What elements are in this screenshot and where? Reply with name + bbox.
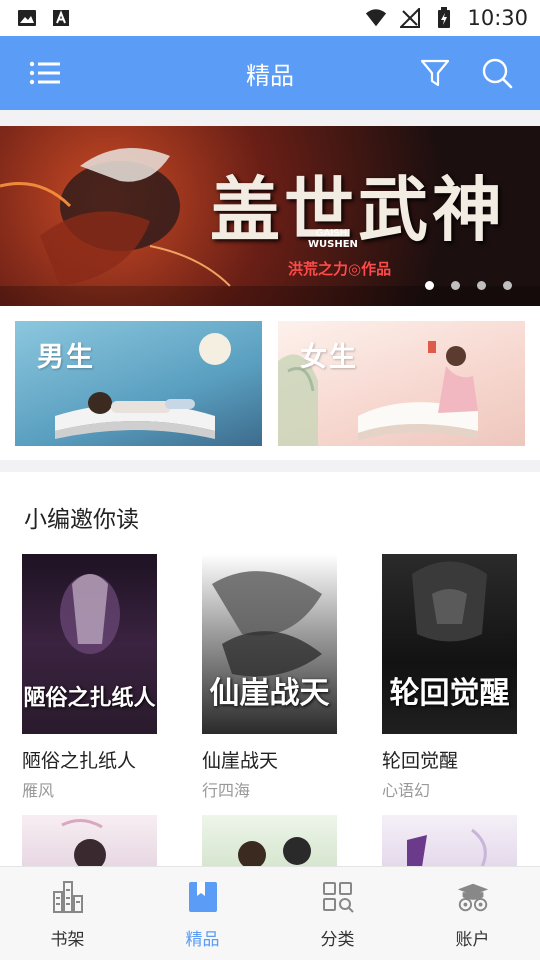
carousel-indicator (425, 281, 512, 290)
banner-pinyin-top: GAISHI (315, 228, 351, 239)
status-bar: 10:30 (0, 0, 540, 36)
book-item[interactable]: 陋俗之扎纸人 陋俗之扎纸人 雁风 (22, 554, 157, 801)
book-cover[interactable]: 轮回觉醒 (382, 554, 517, 734)
tab-featured[interactable]: 精品 (135, 867, 270, 960)
book-item[interactable]: 轮回觉醒 轮回觉醒 心语幻 (382, 554, 517, 801)
book-author: 雁风 (22, 781, 55, 800)
book-author: 行四海 (202, 781, 251, 800)
section-title: 小编邀你读 (24, 507, 139, 533)
signal-off-icon (399, 8, 421, 28)
carousel-dot[interactable] (451, 281, 460, 290)
filter-icon[interactable] (418, 56, 452, 90)
cover-art (238, 837, 311, 867)
book-cover[interactable] (382, 815, 517, 867)
promo-banner[interactable]: 盖世武神 GAISHI WUSHEN 洪荒之力◎作品 (0, 126, 540, 306)
carousel-dot[interactable] (503, 281, 512, 290)
book-title: 陋俗之扎纸人 (22, 750, 137, 772)
text-icon (50, 8, 72, 28)
section-divider (0, 460, 540, 472)
status-time: 10:30 (467, 6, 528, 30)
book-cover[interactable] (202, 815, 337, 867)
category-row: 男生 女生 (15, 321, 525, 446)
image-icon (16, 8, 38, 28)
carousel-dot[interactable] (425, 281, 434, 290)
tab-categories[interactable]: 分类 (270, 867, 405, 960)
tab-label: 书架 (50, 930, 85, 950)
app-bar: 精品 (0, 36, 540, 110)
category-grid-icon (320, 879, 356, 915)
spacer (0, 110, 540, 126)
banner-pinyin: GAISHI WUSHEN (308, 228, 358, 250)
tab-label: 精品 (185, 930, 220, 950)
wifi-icon (365, 8, 387, 28)
category-male-label: 男生 (37, 342, 95, 373)
cover-title: 陋俗之扎纸人 (23, 685, 156, 711)
book-grid: 陋俗之扎纸人 陋俗之扎纸人 雁风 仙崖战天 仙崖战天 行四海 轮回觉醒 轮回觉醒… (22, 554, 522, 867)
book-item[interactable] (202, 815, 337, 867)
bookshelf-icon (50, 879, 86, 915)
category-female-card[interactable]: 女生 (278, 321, 525, 446)
book-cover[interactable]: 仙崖战天 (202, 554, 337, 734)
tab-label: 分类 (320, 930, 355, 950)
search-icon[interactable] (480, 56, 514, 90)
banner-image: 盖世武神 GAISHI WUSHEN 洪荒之力◎作品 (0, 126, 540, 306)
carousel-dot[interactable] (477, 281, 486, 290)
tab-label: 账户 (455, 930, 490, 950)
warrior-illustration (0, 148, 231, 287)
account-icon (455, 879, 491, 915)
category-male-card[interactable]: 男生 (15, 321, 262, 446)
book-icon (185, 879, 221, 915)
cover-art (407, 828, 487, 867)
cover-title: 仙崖战天 (209, 676, 330, 711)
bottom-tab-bar: 书架 精品 分类 账户 (0, 866, 540, 960)
banner-author: 洪荒之力◎作品 (288, 260, 392, 278)
book-author: 心语幻 (382, 781, 431, 800)
book-title: 仙崖战天 (202, 750, 279, 772)
book-title: 轮回觉醒 (382, 750, 459, 772)
book-item[interactable] (382, 815, 517, 867)
banner-book-title: 盖世武神 (210, 168, 506, 251)
book-cover[interactable] (22, 815, 157, 867)
book-cover[interactable]: 陋俗之扎纸人 (22, 554, 157, 734)
book-row (22, 815, 517, 867)
category-female-label: 女生 (300, 342, 358, 373)
tab-account[interactable]: 账户 (405, 867, 540, 960)
book-item[interactable] (22, 815, 157, 867)
tab-bookshelf[interactable]: 书架 (0, 867, 135, 960)
cover-art (61, 819, 106, 867)
book-row: 陋俗之扎纸人 陋俗之扎纸人 雁风 仙崖战天 仙崖战天 行四海 轮回觉醒 轮回觉醒… (22, 554, 517, 801)
cover-title: 轮回觉醒 (389, 676, 510, 711)
banner-pinyin-bottom: WUSHEN (308, 239, 358, 250)
book-item[interactable]: 仙崖战天 仙崖战天 行四海 (202, 554, 337, 801)
battery-charging-icon (433, 7, 455, 28)
list-menu-icon[interactable] (28, 56, 62, 90)
